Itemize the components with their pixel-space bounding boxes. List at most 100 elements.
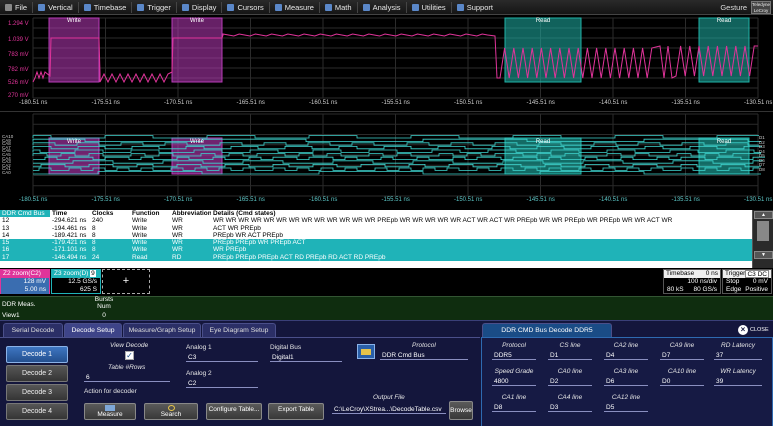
menu-math[interactable]: Math bbox=[320, 0, 357, 15]
z2-descriptor[interactable]: Z2 zoom(C2) 128 mV 5.00 ns bbox=[0, 269, 50, 294]
table-row[interactable]: 15 -179.421 ns 8 Write WR PREpb PREpb WR PREp… bbox=[0, 239, 752, 247]
ddr-field[interactable]: CS line D1 bbox=[548, 342, 592, 360]
col-header-bus[interactable]: DDR Cmd Bus bbox=[0, 210, 50, 218]
ddr-field[interactable]: Speed Grade 4800 bbox=[492, 368, 536, 386]
close-button[interactable]: × CLOSE bbox=[738, 324, 772, 336]
ddr-field[interactable]: CA4 line D3 bbox=[548, 394, 592, 412]
table-row[interactable]: 13 -194.461 ns 8 Write WR ACT WR PREpb bbox=[0, 225, 752, 232]
search-button[interactable]: Search bbox=[144, 403, 198, 420]
tab-decode-setup[interactable]: Decode Setup bbox=[64, 323, 122, 337]
ddr-field[interactable]: CA9 line D7 bbox=[660, 342, 704, 360]
menu-utilities[interactable]: Utilities bbox=[407, 0, 451, 15]
digital-bus-grid[interactable] bbox=[0, 111, 773, 209]
browse-button[interactable]: Browse bbox=[449, 401, 473, 420]
col-header-function[interactable]: Function bbox=[130, 210, 170, 217]
col-header-abbreviation[interactable]: Abbreviation bbox=[170, 210, 211, 217]
table-row[interactable]: 16 -171.101 ns 8 Write WR WR PREpb bbox=[0, 246, 752, 254]
table-cell-time: -294.621 ns bbox=[52, 217, 87, 225]
protocol-icon[interactable] bbox=[357, 344, 375, 359]
x-tick-label: -170.51 ns bbox=[164, 197, 193, 203]
z3-descriptor[interactable]: Z3 zoom(D) 9 12.5 GS/s 625 S bbox=[51, 269, 101, 294]
menu-timebase[interactable]: Timebase bbox=[79, 0, 132, 15]
col-header-details[interactable]: Details (Cmd states) bbox=[211, 210, 752, 217]
ddr-field-value[interactable]: 39 bbox=[714, 377, 762, 386]
decode-1-button[interactable]: Decode 1 bbox=[6, 346, 68, 363]
analog2-select[interactable]: C2 bbox=[186, 379, 258, 388]
timebase-rate: 80 GS/s bbox=[693, 286, 717, 293]
menu-display[interactable]: Display bbox=[177, 0, 222, 15]
decode-2-button[interactable]: Decode 2 bbox=[6, 365, 68, 382]
menu-trigger[interactable]: Trigger bbox=[132, 0, 175, 15]
ddr-field-value[interactable]: D4 bbox=[604, 351, 648, 360]
menu-measure[interactable]: Measure bbox=[270, 0, 319, 15]
add-trace-button[interactable]: + bbox=[102, 269, 150, 294]
ddr-field-value[interactable]: D6 bbox=[604, 377, 648, 386]
bursts-value: 0 bbox=[102, 312, 106, 319]
trigger-descriptor[interactable]: Trigger C3 DC Stop 0 mV Edge Positive bbox=[722, 269, 772, 294]
output-file-input[interactable]: C:\LeCroy\XStrea...\DecodeTable.csv bbox=[332, 405, 446, 414]
table-row[interactable]: 14 -189.421 ns 8 Write WR PREpb WR ACT PREpb bbox=[0, 232, 752, 239]
menu-vertical[interactable]: Vertical bbox=[33, 0, 78, 15]
col-header-clocks[interactable]: Clocks bbox=[90, 210, 130, 217]
x-tick-label: -160.51 ns bbox=[309, 100, 338, 106]
measure-button[interactable]: Measure bbox=[84, 403, 136, 420]
ddr-field[interactable]: CA10 line D0 bbox=[660, 368, 704, 386]
analog1-select[interactable]: C3 bbox=[186, 353, 258, 362]
digital-line-label: CA0 bbox=[2, 170, 11, 175]
decode-4-button[interactable]: Decode 4 bbox=[6, 403, 68, 420]
ddr-field[interactable]: CA1 line D8 bbox=[492, 394, 536, 412]
x-tick-label: -165.51 ns bbox=[236, 197, 265, 203]
timebase-delay: 0 ns bbox=[705, 270, 718, 277]
configure-table-button[interactable]: Configure Table... bbox=[206, 403, 262, 420]
ddr-field[interactable]: CA3 line D6 bbox=[604, 368, 648, 386]
view-decode-checkbox[interactable]: ✓ bbox=[125, 351, 134, 360]
ddr-field-value[interactable]: D3 bbox=[548, 403, 592, 412]
export-table-button[interactable]: Export Table bbox=[268, 403, 324, 420]
ddr-field-label: CA9 line bbox=[669, 342, 695, 349]
ddr-field-value[interactable]: D2 bbox=[548, 377, 592, 386]
digital-bus-select[interactable]: Digital1 bbox=[270, 353, 342, 362]
ddr-field-value[interactable]: D5 bbox=[604, 403, 648, 412]
ddr-field-value[interactable]: D0 bbox=[660, 377, 704, 386]
ddr-field-value[interactable]: D8 bbox=[492, 403, 536, 412]
tab-serial-decode[interactable]: Serial Decode bbox=[3, 323, 63, 337]
col-header-time[interactable]: Time bbox=[50, 210, 90, 217]
ddr-field-value[interactable]: DDR5 bbox=[492, 351, 536, 360]
scroll-up-button[interactable]: ▲ bbox=[754, 211, 773, 219]
table-row[interactable]: 17 -146.494 ns 24 Read RD PREpb PREpb PREpb A… bbox=[0, 253, 752, 261]
ddr-field-value[interactable]: D1 bbox=[548, 351, 592, 360]
table-rows-input[interactable]: 6 bbox=[84, 373, 170, 382]
z3-badge: 9 bbox=[90, 270, 96, 277]
gesture-toggle[interactable]: Gesture bbox=[720, 3, 747, 12]
ddr-field[interactable]: CA0 line D2 bbox=[548, 368, 592, 386]
tab-measure-graph-setup[interactable]: Measure/Graph Setup bbox=[123, 323, 201, 337]
ddr-field[interactable]: WR Latency 39 bbox=[714, 368, 762, 386]
menu-analysis[interactable]: Analysis bbox=[358, 0, 406, 15]
table-row[interactable]: 12 -294.621 ns 240 Write WR WR WR WR WR WR WR… bbox=[0, 217, 752, 224]
ddr-field-label: CA10 line bbox=[667, 368, 697, 375]
menu-file[interactable]: File bbox=[0, 0, 32, 15]
x-tick-label: -180.51 ns bbox=[19, 197, 48, 203]
tab-eye-diagram-setup[interactable]: Eye Diagram Setup bbox=[202, 323, 276, 337]
ddr-field-label: WR Latency bbox=[720, 368, 756, 375]
ddr-field[interactable]: Protocol DDR5 bbox=[492, 342, 536, 360]
vertical-icon bbox=[38, 3, 46, 11]
protocol-select[interactable]: DDR Cmd Bus bbox=[380, 351, 468, 360]
table-scrollbar[interactable]: ▲ ▼ bbox=[752, 210, 773, 268]
analog-waveform-grid[interactable] bbox=[0, 16, 773, 110]
timebase-descriptor[interactable]: Timebase 0 ns 100 ns/div 80 kS 80 GS/s bbox=[663, 269, 721, 294]
menu-cursors[interactable]: Cursors bbox=[222, 0, 268, 15]
decode-table[interactable]: DDR Cmd Bus Time Clocks Function Abbrevi… bbox=[0, 210, 752, 268]
tab-ddr-cmd-bus-decode[interactable]: DDR CMD Bus Decode DDR5 bbox=[482, 323, 612, 337]
scroll-thumb[interactable] bbox=[757, 221, 769, 241]
scroll-down-button[interactable]: ▼ bbox=[754, 251, 773, 259]
ddr-field[interactable]: CA2 line D4 bbox=[604, 342, 648, 360]
menu-support[interactable]: Support bbox=[452, 0, 498, 15]
ddr-field[interactable]: RD Latency 37 bbox=[714, 342, 762, 360]
ddr-field-value[interactable]: 37 bbox=[714, 351, 762, 360]
decode-3-button[interactable]: Decode 3 bbox=[6, 384, 68, 401]
ddr-field-label: CA0 line bbox=[557, 368, 583, 375]
ddr-field-value[interactable]: D7 bbox=[660, 351, 704, 360]
ddr-field[interactable]: CA12 line D5 bbox=[604, 394, 648, 412]
ddr-field-value[interactable]: 4800 bbox=[492, 377, 536, 386]
